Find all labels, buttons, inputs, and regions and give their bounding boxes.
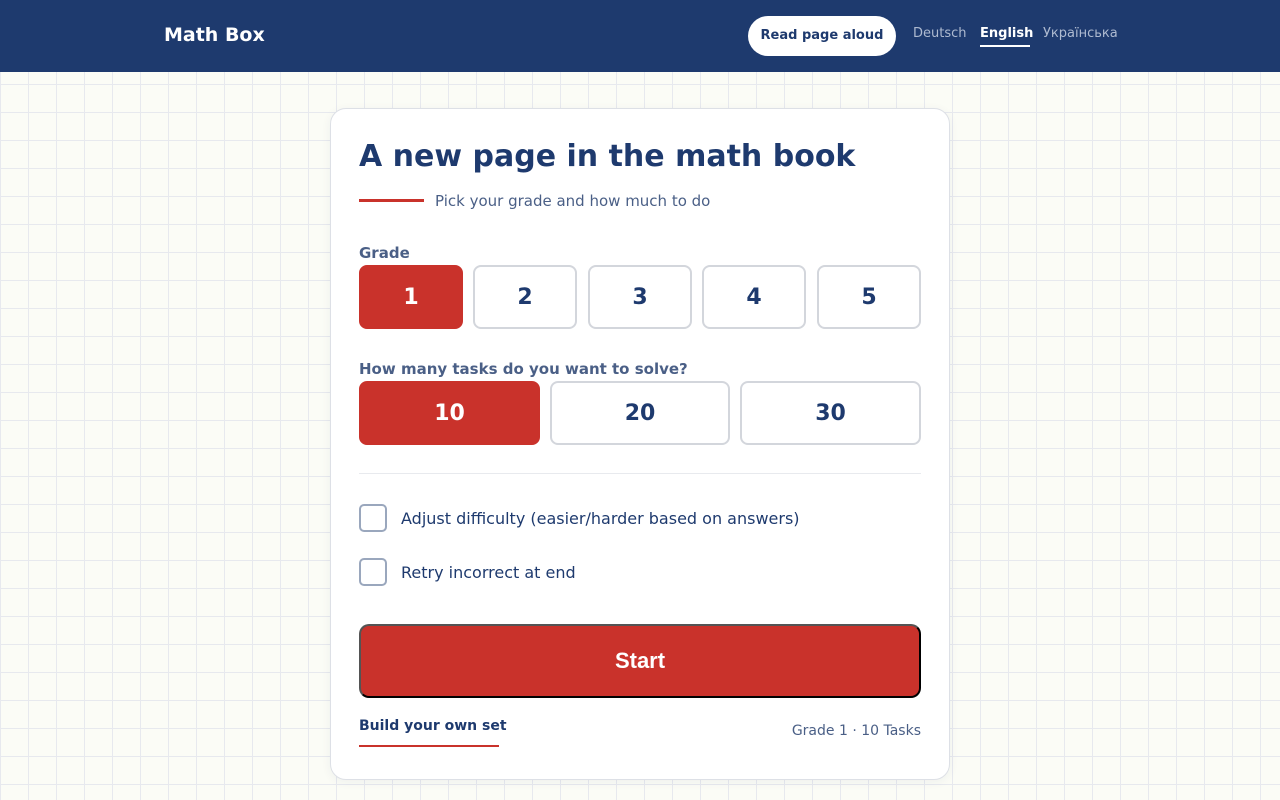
tasks-option-20[interactable]: 20 <box>550 381 730 445</box>
page-subtitle: Pick your grade and how much to do <box>435 192 711 210</box>
build-own-set-link[interactable]: Build your own set <box>359 718 507 734</box>
setup-card: A new page in the math book Pick your gr… <box>330 108 950 780</box>
lang-ukrainian[interactable]: Українська <box>1043 26 1118 41</box>
brand-logo[interactable]: Math Box <box>164 24 265 46</box>
grade-label: Grade <box>359 244 410 262</box>
lang-english[interactable]: English <box>980 26 1033 41</box>
active-language-underline <box>980 45 1030 47</box>
adjust-difficulty-label[interactable]: Adjust difficulty (easier/harder based o… <box>401 509 800 528</box>
lang-deutsch[interactable]: Deutsch <box>913 26 967 41</box>
retry-incorrect-label[interactable]: Retry incorrect at end <box>401 563 576 582</box>
grade-option-3[interactable]: 3 <box>588 265 692 329</box>
grade-option-5[interactable]: 5 <box>817 265 921 329</box>
tasks-label: How many tasks do you want to solve? <box>359 360 688 378</box>
section-divider <box>359 473 921 474</box>
start-button[interactable]: Start <box>359 624 921 698</box>
grade-option-1[interactable]: 1 <box>359 265 463 329</box>
read-aloud-button[interactable]: Read page aloud <box>748 16 896 56</box>
grade-option-2[interactable]: 2 <box>473 265 577 329</box>
grade-option-4[interactable]: 4 <box>702 265 806 329</box>
retry-incorrect-checkbox[interactable] <box>359 558 387 586</box>
selection-summary: Grade 1 · 10 Tasks <box>791 723 921 739</box>
subtitle-accent-line <box>359 199 424 202</box>
tasks-option-10[interactable]: 10 <box>359 381 540 445</box>
tasks-option-30[interactable]: 30 <box>740 381 921 445</box>
build-own-set-underline <box>359 745 499 747</box>
page-title: A new page in the math book <box>359 139 856 174</box>
top-bar: Math Box Read page aloud Deutsch English… <box>0 0 1280 72</box>
adjust-difficulty-checkbox[interactable] <box>359 504 387 532</box>
